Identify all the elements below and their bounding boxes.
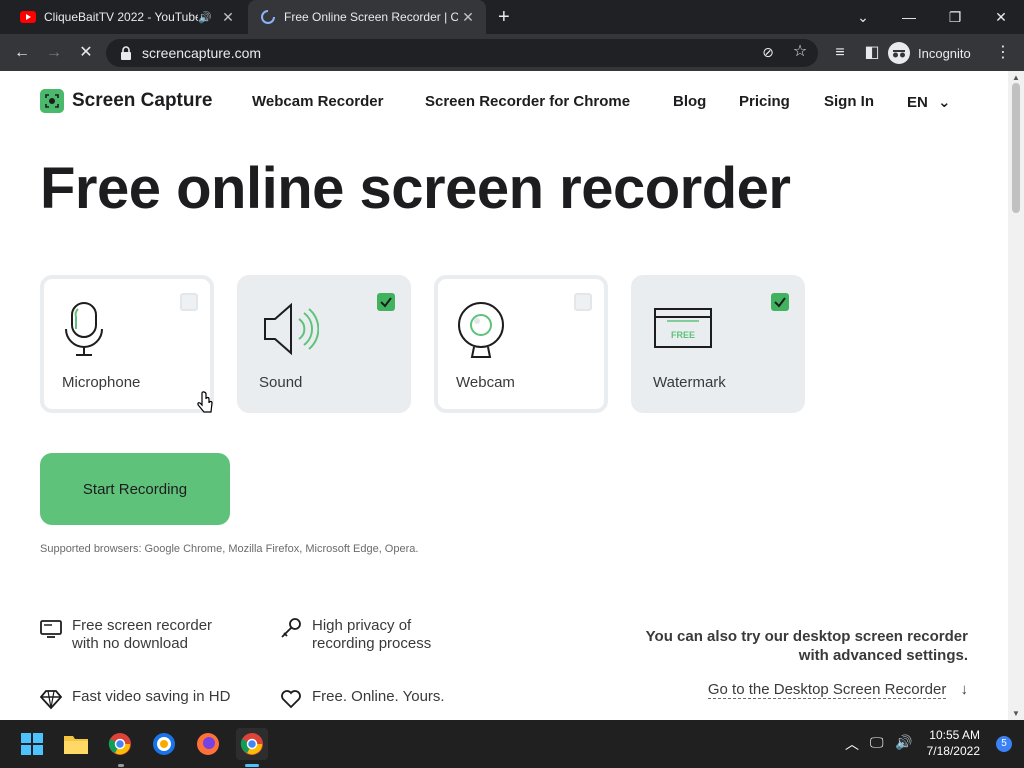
webcam-checkbox[interactable] [574,293,592,311]
tab-title: Free Online Screen Recorder | Onl [284,10,458,24]
feature-no-download: Free screen recorder with no download [40,617,212,653]
running-app-indicator [118,764,124,767]
watermark-icon: FREE [654,308,712,348]
incognito-icon [888,42,910,64]
page-scrollbar[interactable]: ▲ ▼ [1008,71,1024,720]
close-tab-icon[interactable]: ✕ [218,9,238,26]
speaker-icon [264,302,319,356]
eye-off-icon[interactable]: ⊘ [757,41,779,63]
file-explorer-icon[interactable] [60,728,92,760]
start-menu-icon[interactable] [16,728,48,760]
chrome-active-taskbar-icon[interactable] [236,728,268,760]
supported-browsers-text: Supported browsers: Google Chrome, Mozil… [40,543,419,555]
watermark-checkbox[interactable] [771,293,789,311]
media-control-icon[interactable]: ≡ [829,42,851,64]
feature-free-online: Free. Online. Yours. [280,688,445,709]
nav-pricing[interactable]: Pricing [739,93,790,110]
checkmark-icon [774,297,786,308]
microphone-icon [65,302,103,356]
desktop-recorder-link[interactable]: Go to the Desktop Screen Recorder ↓ [707,681,969,699]
tab-audio-icon[interactable]: 🔊 [198,11,212,24]
brand-name: Screen Capture [72,90,213,111]
url-text: screencapture.com [142,45,262,61]
chevron-up-icon[interactable]: ︿ [845,734,859,754]
bookmark-star-icon[interactable]: ☆ [789,41,811,63]
tab-screen-recorder[interactable]: Free Online Screen Recorder | Onl ✕ [248,0,486,34]
page-title: Free online screen recorder [40,156,791,221]
restore-button[interactable]: ❐ [932,0,978,34]
option-microphone[interactable]: Microphone [40,275,214,413]
nav-sign-in[interactable]: Sign In [824,93,874,110]
desktop-promo: You can also try our desktop screen reco… [645,628,968,664]
close-tab-icon[interactable]: ✕ [458,9,478,26]
notification-badge[interactable]: 5 [996,736,1012,752]
windows-taskbar: ︿ 🖵 🔊 10:55 AM 7/18/2022 5 [0,720,1024,768]
feature-hd: Fast video saving in HD [40,688,230,710]
lock-icon [121,46,131,60]
scroll-down-icon[interactable]: ▼ [1012,709,1020,718]
option-watermark[interactable]: FREE Watermark [631,275,805,413]
watermark-badge: FREE [671,330,695,340]
checkmark-icon [380,297,392,308]
monitor-icon [40,620,62,638]
scrollbar-thumb[interactable] [1012,83,1020,213]
option-sound[interactable]: Sound [237,275,411,413]
loading-spinner-icon [260,9,276,25]
logo-icon [40,89,64,113]
arrow-down-icon: ↓ [960,681,969,698]
active-app-indicator [245,764,259,767]
scroll-up-icon[interactable]: ▲ [1012,73,1020,82]
minimize-button[interactable]: — [886,0,932,34]
web-page: Screen Capture Webcam Recorder Screen Re… [0,71,1008,720]
diamond-icon [40,690,62,710]
tab-title: CliqueBaitTV 2022 - YouTube [44,10,199,24]
chevron-down-icon: ⌄ [938,94,951,111]
microphone-checkbox[interactable] [180,293,198,311]
tab-youtube[interactable]: CliqueBaitTV 2022 - YouTube 🔊 ✕ [8,0,246,34]
forward-icon[interactable]: → [43,42,65,64]
heart-icon [281,690,301,709]
key-icon [281,618,301,638]
site-logo[interactable]: Screen Capture [40,89,212,113]
menu-icon[interactable]: ⋮ [992,42,1014,64]
system-clock[interactable]: 10:55 AM 7/18/2022 [927,727,980,759]
option-webcam[interactable]: Webcam [434,275,608,413]
browser-toolbar: ← → ✕ screencapture.com ⊘ ☆ ≡ ◧ Incognit… [0,34,1024,71]
side-panel-icon[interactable]: ◧ [861,42,883,64]
start-recording-button[interactable]: Start Recording [40,453,230,525]
firefox-taskbar-icon[interactable] [192,728,224,760]
brave-taskbar-icon[interactable] [148,728,180,760]
language-selector[interactable]: EN ⌄ [907,93,951,111]
tab-search-icon[interactable]: ⌄ [840,0,886,34]
browser-tab-bar: CliqueBaitTV 2022 - YouTube 🔊 ✕ Free Onl… [0,0,1024,34]
address-bar[interactable]: screencapture.com [106,39,818,67]
incognito-indicator[interactable]: Incognito [888,39,971,67]
nav-webcam-recorder[interactable]: Webcam Recorder [252,93,383,110]
nav-blog[interactable]: Blog [673,93,706,110]
youtube-icon [20,9,36,25]
close-window-button[interactable]: ✕ [978,0,1024,34]
sound-checkbox[interactable] [377,293,395,311]
back-icon[interactable]: ← [11,42,33,64]
webcam-icon [458,302,504,358]
chrome-taskbar-icon[interactable] [104,728,136,760]
feature-privacy: High privacy of recording process [280,617,431,653]
network-icon[interactable]: 🖵 [870,734,884,751]
nav-screen-recorder-chrome[interactable]: Screen Recorder for Chrome [425,93,630,110]
hand-cursor-icon [197,391,213,413]
new-tab-button[interactable]: + [498,5,510,29]
volume-icon[interactable]: 🔊 [895,734,912,751]
stop-loading-icon[interactable]: ✕ [75,42,97,64]
